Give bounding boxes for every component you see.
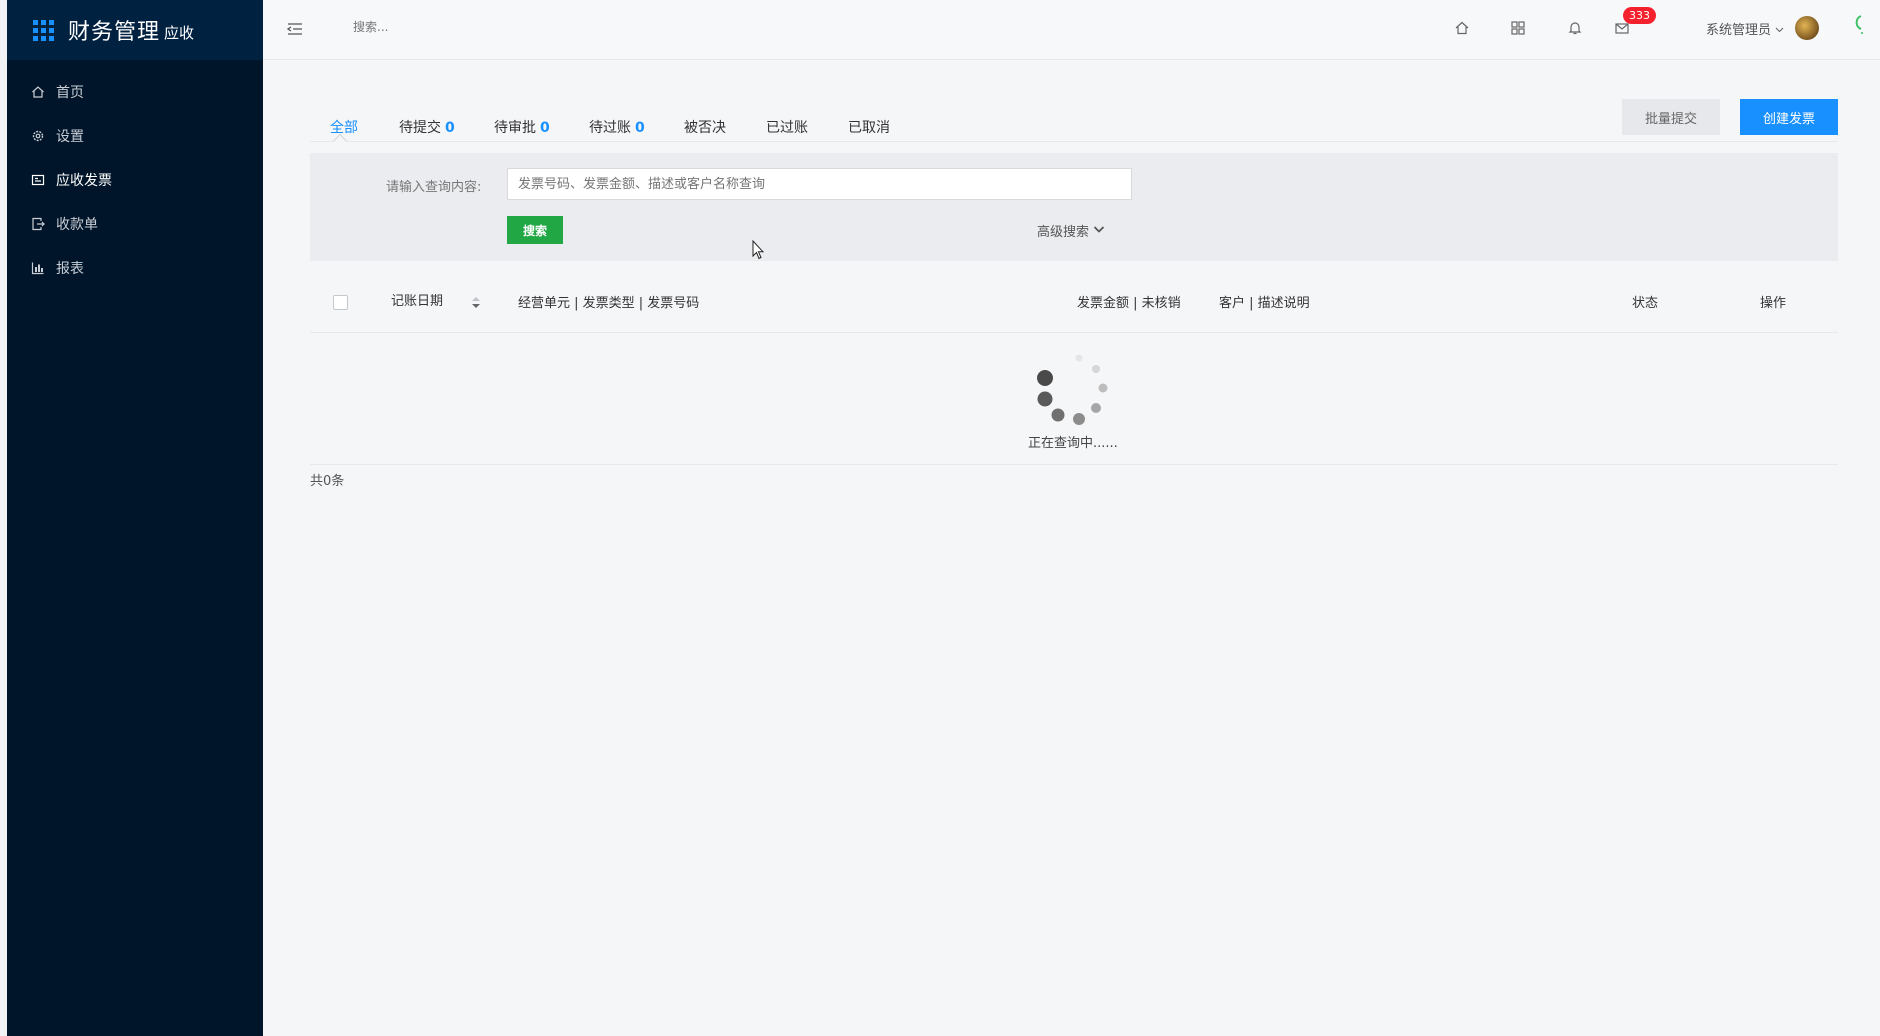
create-invoice-button[interactable]: 创建发票 [1740, 99, 1838, 135]
sidebar-item-home[interactable]: 首页 [7, 70, 263, 114]
sidebar-menu: 首页 设置 应收发票 收款单 报表 [7, 70, 263, 290]
tab-label: 被否决 [684, 120, 726, 136]
search-panel: 请输入查询内容: 搜索 高级搜索 [310, 153, 1838, 261]
mouse-cursor-icon [752, 239, 766, 262]
tab-pending-submit[interactable]: 待提交 0 [399, 117, 455, 137]
column-action: 操作 [1760, 296, 1787, 311]
receipt-icon [31, 217, 45, 231]
grid-apps-icon[interactable] [1508, 18, 1528, 38]
search-label: 请输入查询内容: [386, 180, 482, 195]
tab-all[interactable]: 全部 [330, 117, 358, 137]
app-logo[interactable]: 财务管理 应收 [7, 0, 263, 60]
top-header: 333 系统管理员 [263, 0, 1880, 60]
sort-icon[interactable] [470, 293, 482, 313]
loading-text: 正在查询中...... [1028, 436, 1118, 451]
search-input[interactable] [507, 168, 1132, 200]
bar-chart-icon [31, 261, 45, 275]
tab-count: 0 [445, 120, 455, 136]
sidebar: 财务管理 应收 首页 设置 应收发票 收款单 报表 [7, 0, 263, 1036]
home-icon[interactable] [1452, 18, 1472, 38]
tab-label: 待过账 [589, 120, 631, 136]
sidebar-item-label: 报表 [56, 261, 84, 277]
loading-spinner [1026, 352, 1116, 426]
bell-icon[interactable] [1565, 18, 1585, 38]
column-unit-type-number: 经营单元 | 发票类型 | 发票号码 [518, 296, 700, 311]
sidebar-item-settings[interactable]: 设置 [7, 114, 263, 158]
tab-posted[interactable]: 已过账 [766, 117, 808, 137]
app-subtitle: 应收 [164, 24, 195, 42]
tab-label: 已取消 [848, 120, 890, 136]
user-menu[interactable]: 系统管理员 [1706, 19, 1784, 38]
advanced-search-toggle[interactable]: 高级搜索 [1037, 221, 1105, 240]
select-all-checkbox[interactable] [333, 295, 348, 310]
tab-pending-approval[interactable]: 待审批 0 [494, 117, 550, 137]
status-tabs: 全部 待提交 0 待审批 0 待过账 0 被否决 已过账 已取消 [310, 114, 1838, 149]
tab-rejected[interactable]: 被否决 [684, 117, 726, 137]
sidebar-item-label: 设置 [56, 129, 84, 145]
advanced-search-label: 高级搜索 [1037, 225, 1090, 240]
home-icon [31, 85, 45, 99]
table-divider [310, 464, 1838, 465]
sidebar-item-invoices[interactable]: 应收发票 [7, 158, 263, 202]
gear-icon [31, 129, 45, 143]
sidebar-item-label: 首页 [56, 85, 84, 101]
user-name: 系统管理员 [1706, 23, 1772, 38]
tab-label: 待提交 [399, 120, 441, 136]
total-count: 共0条 [310, 474, 345, 489]
table-header: 记账日期 经营单元 | 发票类型 | 发票号码 发票金额 | 未核销 客户 | … [310, 270, 1838, 333]
batch-submit-button[interactable]: 批量提交 [1622, 99, 1720, 135]
tab-label: 待审批 [494, 120, 536, 136]
loading-spinner-icon [1851, 14, 1865, 36]
column-amount: 发票金额 | 未核销 [1077, 296, 1181, 311]
invoice-icon [31, 173, 45, 187]
tab-pending-posting[interactable]: 待过账 0 [589, 117, 645, 137]
column-date[interactable]: 记账日期 [391, 290, 443, 309]
tab-count: 0 [540, 120, 550, 136]
column-status: 状态 [1632, 296, 1659, 311]
header-search-input[interactable] [353, 20, 553, 34]
tab-count: 0 [635, 120, 645, 136]
sidebar-item-label: 收款单 [56, 217, 98, 233]
grid-dots-icon [33, 19, 54, 41]
sidebar-item-receipts[interactable]: 收款单 [7, 202, 263, 246]
tab-label: 全部 [330, 120, 358, 136]
sidebar-item-label: 应收发票 [56, 173, 112, 189]
tab-cancelled[interactable]: 已取消 [848, 117, 890, 137]
tab-label: 已过账 [766, 120, 808, 136]
message-count-badge: 333 [1623, 7, 1656, 24]
avatar[interactable] [1795, 16, 1819, 40]
chevron-down-icon [1093, 223, 1105, 238]
menu-collapse-icon[interactable] [285, 19, 305, 39]
window-edge [0, 0, 7, 1036]
app-title: 财务管理 [68, 20, 161, 45]
sidebar-item-reports[interactable]: 报表 [7, 246, 263, 290]
column-customer: 客户 | 描述说明 [1219, 296, 1310, 311]
chevron-down-icon [1775, 23, 1784, 38]
search-button[interactable]: 搜索 [507, 216, 563, 244]
